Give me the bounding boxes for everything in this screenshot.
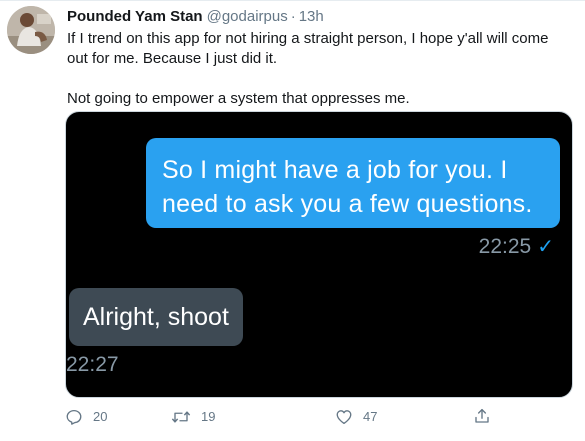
reply-count: 20 [93, 409, 108, 424]
reply-icon [66, 409, 82, 425]
heart-icon [336, 410, 352, 425]
incoming-message-time: 22:27 [66, 353, 119, 376]
profile-photo-icon [7, 6, 55, 54]
incoming-message-bubble: Alright, shoot [69, 288, 243, 346]
share-button[interactable] [473, 407, 491, 425]
share-icon [475, 408, 489, 423]
avatar[interactable] [7, 6, 55, 54]
divider [0, 0, 585, 1]
reply-button[interactable]: 20 [65, 407, 107, 427]
tweet-text-paragraph: If I trend on this app for not hiring a … [67, 30, 549, 67]
tweet-actions: 20 19 47 [65, 407, 495, 429]
separator-dot: · [290, 8, 296, 25]
sent-check-icon: ✓ [537, 236, 554, 258]
retweet-button[interactable]: 19 [171, 407, 215, 427]
attached-image[interactable]: So I might have a job for you. I need to… [65, 111, 573, 398]
outgoing-time-text: 22:25 [478, 235, 532, 258]
display-name[interactable]: Pounded Yam Stan [67, 8, 203, 25]
like-button[interactable]: 47 [335, 407, 377, 427]
tweet[interactable]: Pounded Yam Stan @godairpus · 13h If I tren… [0, 0, 585, 441]
retweet-icon [171, 411, 191, 423]
retweet-count: 19 [201, 409, 216, 424]
tweet-text-paragraph: Not going to empower a system that oppre… [67, 90, 410, 107]
outgoing-message-bubble: So I might have a job for you. I need to… [146, 138, 560, 228]
user-handle[interactable]: @godairpus [207, 8, 288, 25]
tweet-text: If I trend on this app for not hiring a … [67, 29, 567, 109]
tweet-timestamp[interactable]: 13h [299, 8, 324, 25]
like-count: 47 [363, 409, 378, 424]
tweet-header: Pounded Yam Stan @godairpus · 13h [67, 7, 324, 27]
outgoing-message-time: 22:25 ✓ [479, 234, 554, 260]
